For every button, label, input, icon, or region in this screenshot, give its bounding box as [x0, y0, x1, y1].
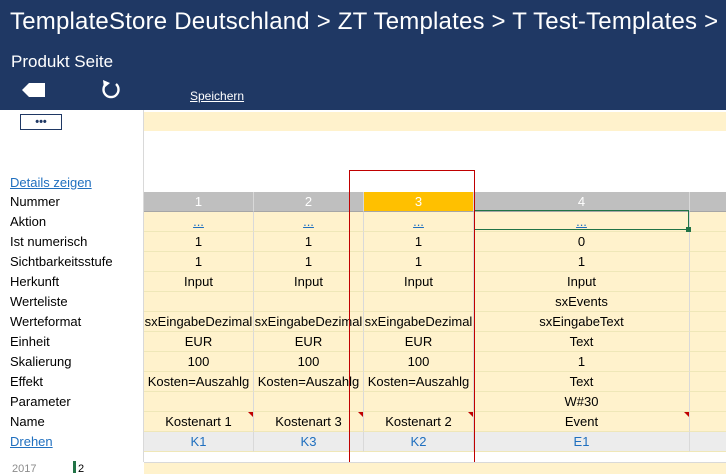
row-label-sichtbarkeitsstufe: Sichtbarkeitsstufe: [10, 254, 113, 269]
grid-cell[interactable]: W#30: [474, 392, 690, 412]
grid-cell[interactable]: [690, 372, 726, 392]
action-cell[interactable]: ...: [144, 212, 254, 232]
grid-cell[interactable]: 0: [474, 232, 690, 252]
name-cell[interactable]: Event: [474, 412, 690, 432]
grid-cell[interactable]: 1: [144, 252, 254, 272]
grid-cell[interactable]: Kosten=Auszahlg: [254, 372, 364, 392]
grid-cell[interactable]: 1: [254, 232, 364, 252]
selected-cell-outline: [474, 210, 689, 230]
grid-cell[interactable]: [690, 272, 726, 292]
back-arrow-icon: [22, 83, 45, 97]
header-bar: TemplateStore Deutschland > ZT Templates…: [0, 0, 726, 110]
key-cell[interactable]: K3: [254, 432, 364, 452]
name-cell[interactable]: Kostenart 3: [254, 412, 364, 432]
row-label-effekt: Effekt: [10, 374, 44, 389]
grid-cell[interactable]: Input: [474, 272, 690, 292]
grid-cell[interactable]: [690, 332, 726, 352]
rotate-link[interactable]: Drehen: [10, 432, 53, 452]
column-header[interactable]: [690, 192, 726, 212]
grid-cell[interactable]: EUR: [144, 332, 254, 352]
grid-cell[interactable]: Input: [254, 272, 364, 292]
row-label-name: Name: [10, 414, 45, 429]
grid-cell[interactable]: [690, 412, 726, 432]
grid-cell[interactable]: [254, 392, 364, 412]
row-number: 2: [78, 463, 85, 475]
highlight-frame: [349, 170, 475, 468]
grid-cell[interactable]: Text: [474, 372, 690, 392]
year-label: 2017: [12, 463, 37, 475]
row-label-nummer: Nummer: [10, 194, 60, 209]
grid-cell[interactable]: [690, 352, 726, 372]
grid-cell[interactable]: 1: [254, 252, 364, 272]
grid-cell[interactable]: [690, 292, 726, 312]
name-text: Kostenart 3: [275, 414, 342, 429]
next-row-cells: [144, 462, 726, 474]
row-label-aktion: Aktion: [10, 214, 47, 229]
grid-cell[interactable]: [254, 292, 364, 312]
row-label-werteliste: Werteliste: [10, 294, 68, 309]
page-title: Produkt Seite: [11, 52, 114, 71]
column-header[interactable]: 2: [254, 192, 364, 212]
back-button[interactable]: [22, 82, 46, 98]
more-options-button[interactable]: •••: [20, 114, 62, 130]
grid-cell[interactable]: 100: [144, 352, 254, 372]
name-text: Event: [564, 414, 599, 429]
grid-cell[interactable]: [690, 392, 726, 412]
refresh-icon: [102, 80, 120, 99]
comment-marker-icon: [684, 412, 689, 417]
comment-marker-icon: [248, 412, 253, 417]
grid-cell[interactable]: EUR: [254, 332, 364, 352]
column-header[interactable]: 4: [474, 192, 690, 212]
grid-cell[interactable]: 100: [254, 352, 364, 372]
grid-cell[interactable]: sxEvents: [474, 292, 690, 312]
fill-handle[interactable]: [686, 227, 691, 232]
details-toggle-link[interactable]: Details zeigen: [10, 173, 92, 193]
row-label-ist-numerisch: Ist numerisch: [10, 234, 88, 249]
grid-cell[interactable]: sxEingabeDezimal: [144, 312, 254, 332]
grid-cell[interactable]: [144, 392, 254, 412]
breadcrumb[interactable]: TemplateStore Deutschland > ZT Templates…: [10, 8, 718, 36]
row-label-einheit: Einheit: [10, 334, 50, 349]
name-text: Kostenart 1: [165, 414, 232, 429]
row-indicator: [73, 461, 76, 473]
refresh-button[interactable]: [100, 79, 122, 101]
grid-cell[interactable]: [690, 232, 726, 252]
key-cell[interactable]: K1: [144, 432, 254, 452]
key-cell[interactable]: E1: [474, 432, 690, 452]
toolbar-band: [144, 112, 726, 131]
grid-cell[interactable]: [690, 212, 726, 232]
grid-cell[interactable]: 1: [474, 352, 690, 372]
grid-cell[interactable]: [690, 312, 726, 332]
column-header[interactable]: 1: [144, 192, 254, 212]
row-label-werteformat: Werteformat: [10, 314, 82, 329]
grid-cell[interactable]: [690, 252, 726, 272]
row-label-herkunft: Herkunft: [10, 274, 60, 289]
action-cell[interactable]: ...: [254, 212, 364, 232]
grid-cell[interactable]: sxEingabeText: [474, 312, 690, 332]
grid-cell[interactable]: Kosten=Auszahlg: [144, 372, 254, 392]
grid-cell[interactable]: Text: [474, 332, 690, 352]
save-link[interactable]: Speichern: [190, 89, 244, 103]
grid-cell[interactable]: [144, 292, 254, 312]
row-label-parameter: Parameter: [10, 394, 71, 409]
grid-cell[interactable]: sxEingabeDezimal: [254, 312, 364, 332]
grid-cell[interactable]: 1: [144, 232, 254, 252]
key-cell[interactable]: [690, 432, 726, 452]
name-cell[interactable]: Kostenart 1: [144, 412, 254, 432]
row-label-skalierung: Skalierung: [10, 354, 72, 369]
grid-cell[interactable]: Input: [144, 272, 254, 292]
grid-cell[interactable]: 1: [474, 252, 690, 272]
